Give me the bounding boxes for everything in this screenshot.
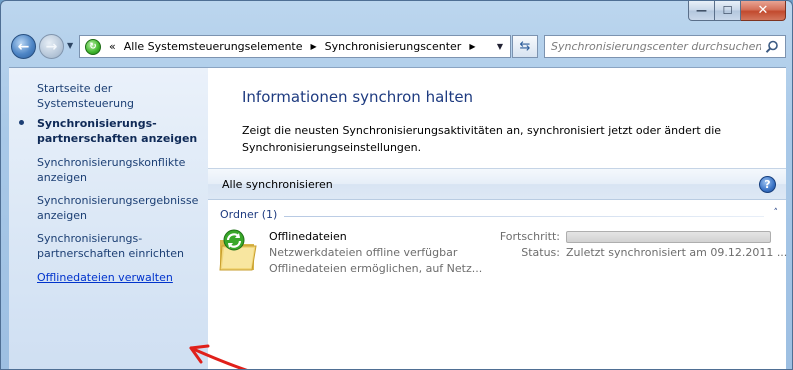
search-icon[interactable] bbox=[764, 39, 780, 55]
window-content: Startseite der Systemsteuerung Synchroni… bbox=[9, 67, 787, 369]
search-box[interactable] bbox=[544, 35, 786, 58]
page-description: Zeigt die neusten Synchronisierungsaktiv… bbox=[242, 124, 722, 154]
sidebar-item-manage-offline-files[interactable]: Offlinedateien verwalten bbox=[37, 270, 205, 285]
current-page-bullet bbox=[19, 120, 24, 125]
sync-center-icon: ↻ bbox=[85, 38, 101, 55]
refresh-button[interactable]: ⇆ bbox=[512, 35, 538, 58]
command-bar: Alle synchronisieren ? bbox=[208, 168, 786, 200]
sync-all-button[interactable]: Alle synchronisieren bbox=[216, 174, 339, 196]
sidebar: Startseite der Systemsteuerung Synchroni… bbox=[9, 68, 208, 369]
group-label: Ordner (1) bbox=[220, 208, 278, 221]
forward-button[interactable]: → bbox=[39, 34, 64, 59]
breadcrumb-overflow[interactable]: « bbox=[109, 40, 116, 53]
group-header-folders[interactable]: Ordner (1) ˄ bbox=[220, 208, 780, 224]
minimize-button[interactable]: — bbox=[688, 1, 715, 21]
address-dropdown-icon[interactable]: ▼ bbox=[490, 36, 510, 57]
caption-buttons: — ☐ ✕ bbox=[688, 1, 786, 21]
search-input[interactable] bbox=[551, 40, 761, 53]
progress-label: Fortschritt: bbox=[499, 230, 560, 243]
recent-pages-dropdown[interactable]: ▼ bbox=[67, 41, 73, 50]
chevron-up-icon[interactable]: ˄ bbox=[774, 208, 779, 218]
close-button[interactable]: ✕ bbox=[741, 1, 786, 21]
maximize-button[interactable]: ☐ bbox=[715, 1, 741, 21]
progress-bar bbox=[566, 231, 771, 243]
sidebar-item-view-partnerships[interactable]: Synchronisierungs-partnerschaften anzeig… bbox=[37, 116, 205, 146]
sidebar-item-view-results[interactable]: Synchronisierungsergebnisse anzeigen bbox=[37, 193, 205, 223]
sidebar-item-control-panel-home[interactable]: Startseite der Systemsteuerung bbox=[37, 81, 205, 111]
refresh-icon: ⇆ bbox=[519, 39, 531, 54]
breadcrumb-sync-center[interactable]: Synchronisierungscenter bbox=[325, 40, 462, 53]
control-panel-window: — ☐ ✕ ← → ▼ ↻ « Alle Systemsteuerungsele… bbox=[0, 0, 793, 370]
arrow-left-icon: ← bbox=[17, 38, 30, 55]
status-label: Status: bbox=[521, 246, 560, 259]
item-title: Offlinedateien bbox=[269, 230, 347, 243]
breadcrumb-all-control-panel-items[interactable]: Alle Systemsteuerungselemente bbox=[124, 40, 303, 53]
offline-files-folder-icon bbox=[219, 229, 257, 271]
navigation-bar: ← → ▼ ↻ « Alle Systemsteuerungselemente … bbox=[9, 31, 786, 61]
back-button[interactable]: ← bbox=[11, 34, 36, 59]
main-panel: Informationen synchron halten Zeigt die … bbox=[208, 68, 787, 369]
sidebar-item-set-up-partnerships[interactable]: Synchronisierungs-partnerschaften einric… bbox=[37, 231, 205, 261]
arrow-right-icon: → bbox=[45, 38, 58, 55]
sidebar-item-view-conflicts[interactable]: Synchronisierungskonflikte anzeigen bbox=[37, 155, 205, 185]
breadcrumb-separator-icon[interactable]: ▶ bbox=[469, 42, 475, 51]
address-bar[interactable]: ↻ « Alle Systemsteuerungselemente ▶ Sync… bbox=[79, 35, 511, 58]
sync-item-offline-files[interactable]: Offlinedateien Netzwerkdateien offline v… bbox=[216, 228, 787, 276]
item-subtitle: Netzwerkdateien offline verfügbar bbox=[269, 246, 458, 259]
group-divider bbox=[284, 216, 764, 217]
page-title: Informationen synchron halten bbox=[242, 88, 474, 106]
help-icon[interactable]: ? bbox=[759, 176, 776, 193]
item-description: Offlinedateien ermöglichen, auf Netz... bbox=[269, 262, 483, 275]
status-value: Zuletzt synchronisiert am 09.12.2011 ... bbox=[566, 246, 788, 259]
breadcrumb-separator-icon[interactable]: ▶ bbox=[311, 42, 317, 51]
